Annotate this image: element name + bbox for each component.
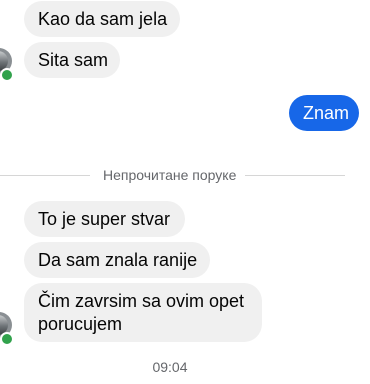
divider-line: [0, 175, 90, 176]
message-text: Kao da sam jela: [38, 9, 168, 29]
message-timestamp: 09:04: [152, 359, 188, 375]
message-text: To je super stvar: [38, 209, 171, 229]
message-bubble-received[interactable]: Sita sam: [24, 42, 120, 78]
unread-messages-divider: Непрочитане поруке: [0, 166, 370, 184]
message-text: Da sam znala ranije: [38, 250, 198, 270]
message-bubble-received[interactable]: Čim zavrsim sa ovim opet porucujem: [24, 283, 262, 342]
message-bubble-sent[interactable]: Znam: [289, 95, 359, 131]
message-bubble-received[interactable]: To je super stvar: [24, 201, 185, 237]
divider-line: [245, 175, 345, 176]
message-text: Sita sam: [38, 50, 109, 70]
message-bubble-received[interactable]: Da sam znala ranije: [24, 242, 210, 278]
message-text: Znam: [303, 103, 350, 123]
online-status-icon: [0, 332, 14, 346]
divider-label: Непрочитане поруке: [103, 167, 237, 183]
message-bubble-received[interactable]: Kao da sam jela: [24, 1, 180, 37]
message-text: Čim zavrsim sa ovim opet porucujem: [38, 291, 245, 334]
online-status-icon: [0, 68, 14, 82]
